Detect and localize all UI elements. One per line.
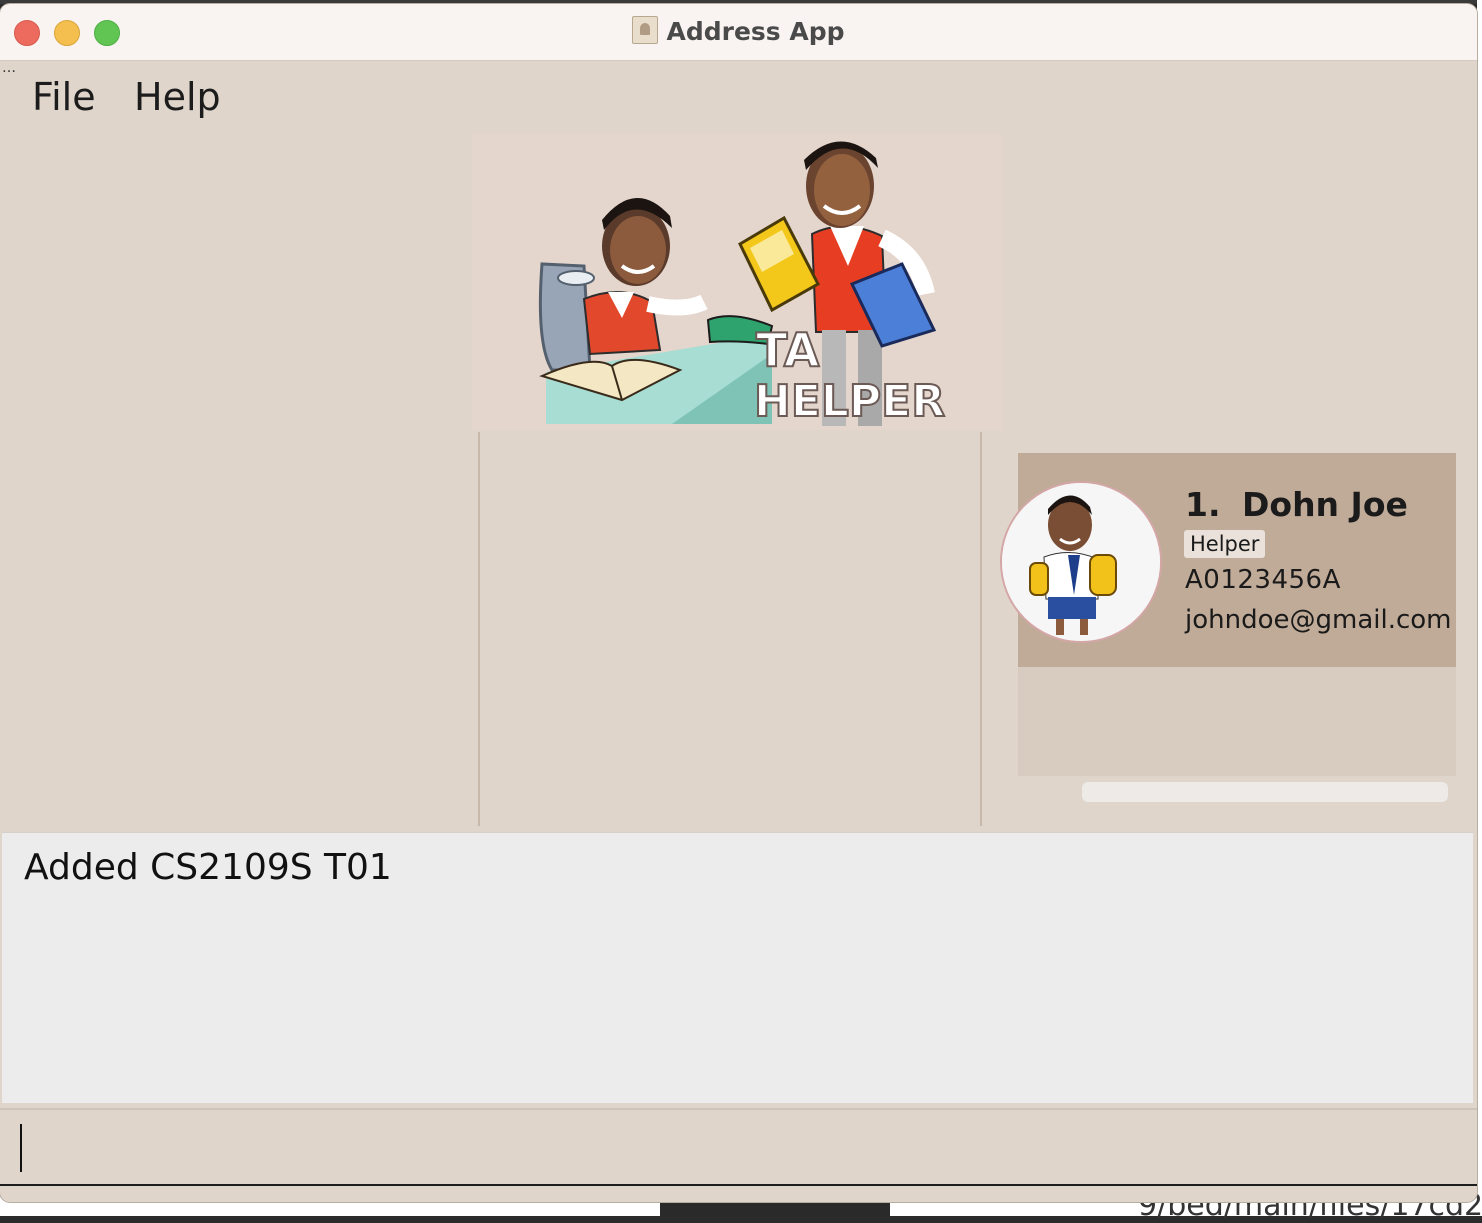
window-title-text: Address App (666, 17, 845, 46)
person-list-panel[interactable]: 1. Dohn Joe Helper A0123456A johndoe@gma… (1000, 453, 1456, 776)
banner-text-ta: TA (756, 323, 820, 377)
person-card[interactable]: 1. Dohn Joe Helper A0123456A johndoe@gma… (1000, 453, 1456, 667)
title-bar: Address App (0, 4, 1477, 61)
horizontal-scrollbar[interactable] (1082, 782, 1448, 802)
person-name: Dohn Joe (1242, 485, 1408, 524)
menu-help[interactable]: Help (134, 75, 221, 119)
ta-helper-illustration: TA HELPER (538, 141, 946, 428)
command-box[interactable] (0, 1108, 1477, 1186)
command-input[interactable] (18, 1120, 1462, 1174)
person-student-id: A0123456A (1185, 565, 1341, 595)
banner-text-helper: HELPER (754, 376, 945, 427)
app-window: Address App … File Help TA HELPER 1. Doh… (0, 4, 1477, 1202)
person-index: 1. (1185, 485, 1221, 524)
text-caret (20, 1124, 22, 1172)
ta-helper-banner: TA HELPER (472, 134, 1002, 430)
column-divider[interactable] (478, 432, 480, 826)
desktop-background-right (1477, 0, 1482, 1216)
menu-bar: … File Help (0, 61, 1477, 133)
column-divider[interactable] (980, 432, 982, 826)
person-avatar (1000, 481, 1162, 643)
student-avatar-illustration (1002, 483, 1160, 641)
result-message: Added CS2109S T01 (24, 847, 392, 888)
person-email: johndoe@gmail.com (1185, 605, 1452, 635)
window-title: Address App (0, 16, 1477, 46)
menu-file[interactable]: File (32, 75, 96, 119)
overflow-dots-icon: … (2, 60, 16, 76)
address-book-icon (632, 16, 659, 44)
result-display: Added CS2109S T01 (2, 832, 1473, 1103)
person-tag: Helper (1184, 530, 1266, 558)
